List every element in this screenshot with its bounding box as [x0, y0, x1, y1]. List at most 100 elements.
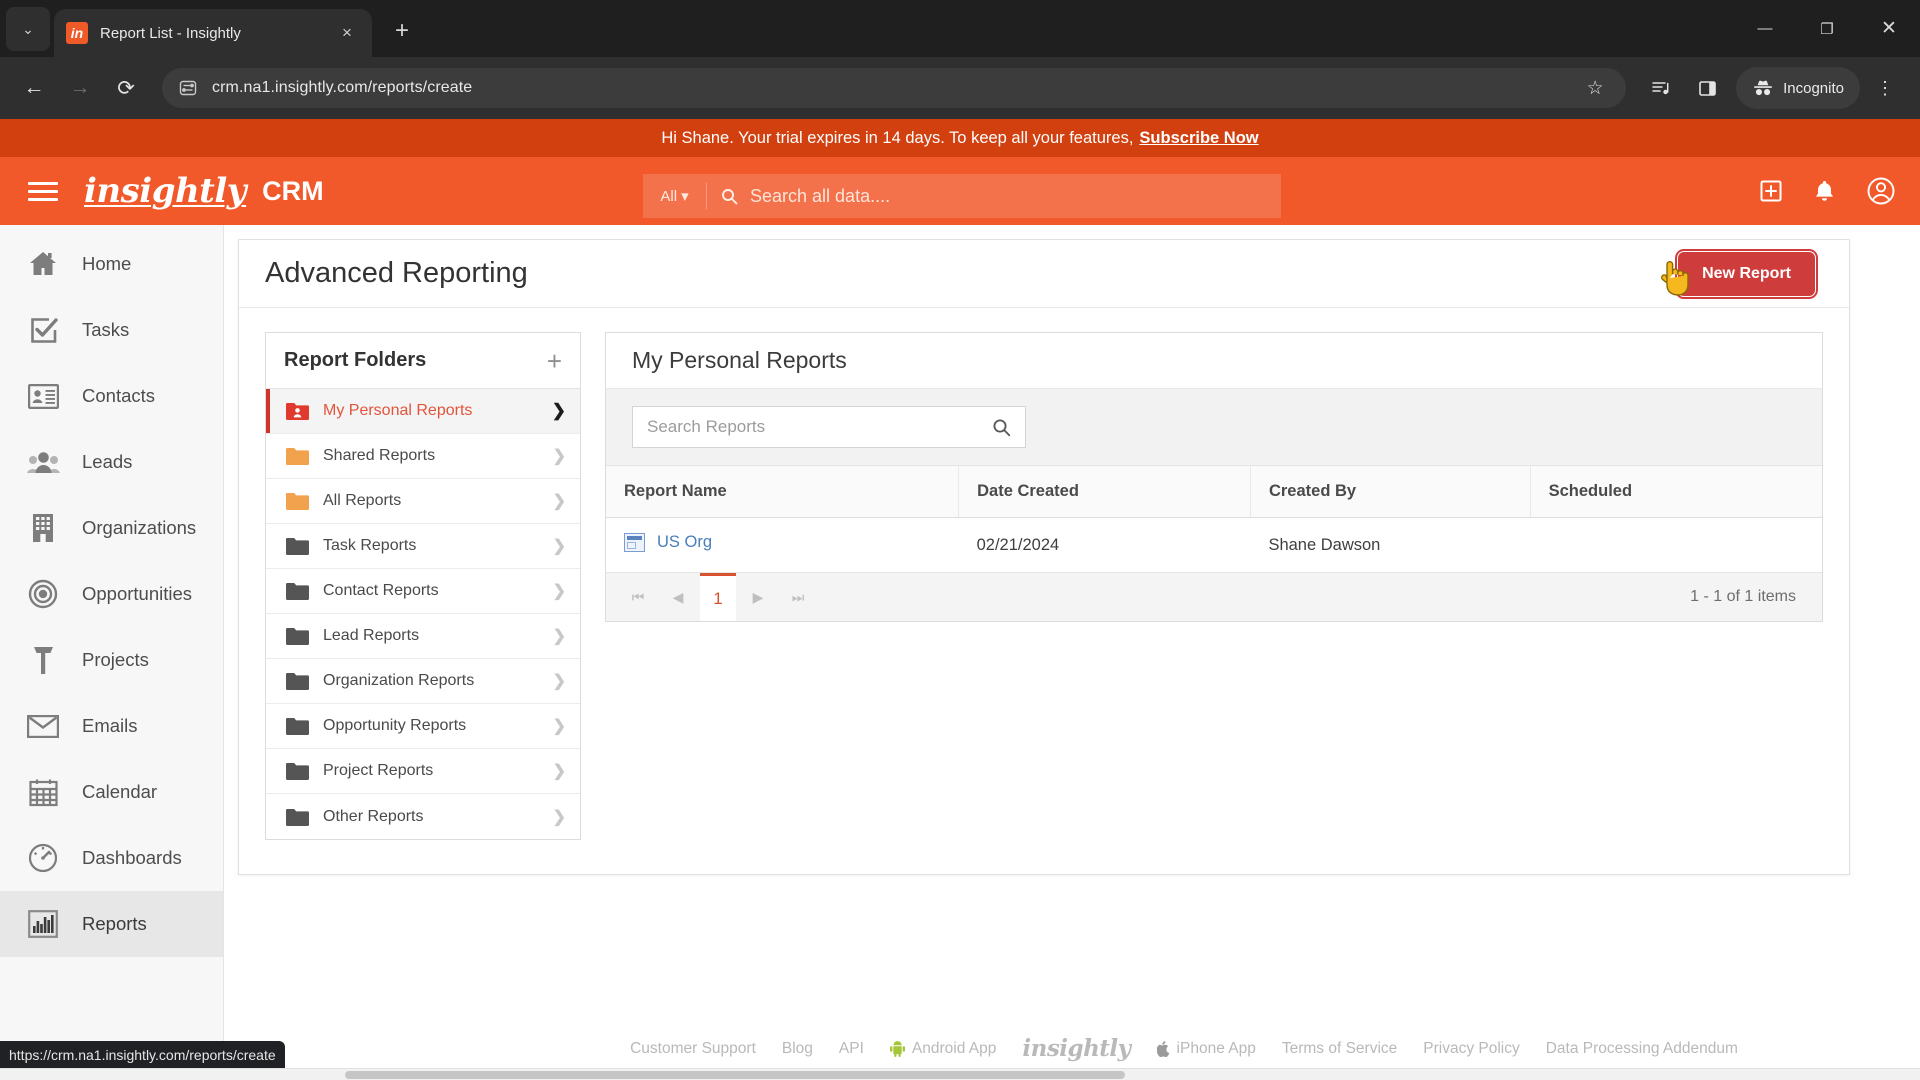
column-date-created[interactable]: Date Created: [958, 466, 1251, 518]
minimize-button[interactable]: —: [1734, 0, 1796, 57]
sidebar-item-emails[interactable]: Emails: [0, 693, 223, 759]
close-window-button[interactable]: ✕: [1858, 0, 1920, 57]
folder-row-organization-reports[interactable]: Organization Reports ❯: [266, 659, 580, 704]
reports-table: Report Name Date Created Created By Sche…: [606, 466, 1822, 573]
sidebar-item-leads[interactable]: Leads: [0, 429, 223, 495]
folder-label: Task Reports: [323, 537, 417, 554]
report-link-us-org[interactable]: US Org: [624, 533, 712, 552]
search-icon: [721, 188, 738, 205]
reading-list-icon[interactable]: [1640, 67, 1682, 109]
pager-next-button[interactable]: ▶: [740, 573, 776, 621]
projects-icon: [26, 643, 60, 677]
folder-row-opportunity-reports[interactable]: Opportunity Reports ❯: [266, 704, 580, 749]
side-panel-icon[interactable]: [1686, 67, 1728, 109]
folder-gray-icon: [286, 583, 309, 600]
tab-search-chevron-icon[interactable]: ⌄: [6, 7, 50, 51]
insightly-logo[interactable]: insightly: [84, 174, 247, 208]
folder-row-all-reports[interactable]: All Reports ❯: [266, 479, 580, 524]
column-created-by[interactable]: Created By: [1250, 466, 1531, 518]
home-icon: [26, 247, 60, 281]
sidebar-label: Tasks: [82, 319, 130, 340]
emails-icon: [26, 709, 60, 743]
pager-prev-button[interactable]: ◀: [660, 573, 696, 621]
browser-tab[interactable]: in Report List - Insightly ×: [54, 9, 372, 57]
address-bar[interactable]: crm.na1.insightly.com/reports/create ☆: [162, 68, 1627, 108]
pager-last-button[interactable]: ⏭: [780, 573, 816, 621]
sidebar-item-home[interactable]: Home: [0, 231, 223, 297]
footer-link-android-app[interactable]: Android App: [889, 1039, 997, 1058]
footer-link-data-processing-addendum[interactable]: Data Processing Addendum: [1546, 1040, 1738, 1058]
sidebar-item-tasks[interactable]: Tasks: [0, 297, 223, 363]
product-name: CRM: [262, 175, 324, 206]
new-tab-button[interactable]: +: [384, 13, 420, 49]
folder-row-task-reports[interactable]: Task Reports ❯: [266, 524, 580, 569]
footer-link-customer-support[interactable]: Customer Support: [630, 1040, 756, 1058]
maximize-button[interactable]: ❐: [1796, 0, 1858, 57]
sidebar-label: Emails: [82, 715, 138, 736]
folder-row-project-reports[interactable]: Project Reports ❯: [266, 749, 580, 794]
back-icon[interactable]: ←: [14, 68, 54, 108]
android-icon: [889, 1040, 905, 1057]
reporting-card: Advanced Reporting New Report Report Fol…: [238, 239, 1850, 875]
chevron-right-icon: ❯: [552, 718, 566, 735]
search-scope-selector[interactable]: All ▾: [643, 183, 707, 209]
reload-icon[interactable]: ⟳: [106, 68, 146, 108]
search-reports-input[interactable]: Search Reports: [632, 406, 1026, 448]
folder-label: Project Reports: [323, 762, 434, 779]
footer-link-iphone-app[interactable]: iPhone App: [1156, 1040, 1256, 1058]
folder-row-lead-reports[interactable]: Lead Reports ❯: [266, 614, 580, 659]
forward-icon[interactable]: →: [60, 68, 100, 108]
subscribe-now-link[interactable]: Subscribe Now: [1139, 129, 1258, 148]
footer-link-terms-of-service[interactable]: Terms of Service: [1282, 1040, 1397, 1058]
new-report-button[interactable]: New Report: [1661, 253, 1813, 296]
window-controls: — ❐ ✕: [1734, 0, 1920, 57]
table-row[interactable]: US Org 02/21/2024 Shane Dawson: [606, 517, 1822, 573]
chevron-right-icon: ❯: [552, 448, 566, 465]
column-report-name[interactable]: Report Name: [606, 466, 960, 518]
add-folder-icon[interactable]: +: [547, 348, 562, 374]
notifications-icon[interactable]: [1813, 179, 1836, 204]
footer-link-blog[interactable]: Blog: [782, 1040, 813, 1058]
bookmark-star-icon[interactable]: ☆: [1578, 71, 1612, 105]
menu-toggle-icon[interactable]: [28, 181, 58, 201]
sidebar-item-reports[interactable]: Reports: [0, 891, 223, 957]
report-folders-title: Report Folders: [284, 349, 427, 371]
account-icon[interactable]: [1866, 176, 1896, 206]
footer-link-privacy-policy[interactable]: Privacy Policy: [1423, 1040, 1519, 1058]
add-icon[interactable]: [1759, 179, 1783, 203]
incognito-indicator[interactable]: Incognito: [1736, 67, 1860, 109]
reports-panel-title: My Personal Reports: [632, 347, 847, 373]
table-pager: ⏮ ◀ 1 ▶ ⏭ 1 - 1 of 1 items: [606, 573, 1822, 621]
global-search-bar[interactable]: All ▾ Search all data....: [643, 174, 1281, 218]
chevron-right-icon: ❯: [552, 763, 566, 780]
footer-android-label: Android App: [911, 1039, 997, 1057]
folder-label: My Personal Reports: [323, 402, 473, 419]
folder-gray-icon: [286, 808, 309, 826]
folder-row-my-personal-reports[interactable]: My Personal Reports ❯: [266, 389, 580, 434]
search-icon[interactable]: [992, 418, 1011, 437]
sidebar-item-dashboards[interactable]: Dashboards: [0, 825, 223, 891]
trial-banner: Hi Shane. Your trial expires in 14 days.…: [0, 119, 1920, 157]
sidebar-item-calendar[interactable]: Calendar: [0, 759, 223, 825]
column-scheduled[interactable]: Scheduled: [1530, 466, 1822, 518]
mouse-cursor-pointer: [1661, 260, 1689, 296]
folder-row-other-reports[interactable]: Other Reports ❯: [266, 794, 580, 839]
folder-gray-icon: [286, 718, 309, 735]
browser-menu-icon[interactable]: ⋮: [1864, 67, 1906, 109]
scrollbar-thumb[interactable]: [345, 1071, 1125, 1079]
horizontal-scrollbar[interactable]: [0, 1068, 1920, 1080]
sidebar-item-contacts[interactable]: Contacts: [0, 363, 223, 429]
folder-label: Shared Reports: [323, 447, 436, 464]
sidebar-item-organizations[interactable]: Organizations: [0, 495, 223, 561]
pager-page-1[interactable]: 1: [700, 573, 736, 621]
chevron-right-icon: ❯: [551, 401, 566, 420]
site-settings-icon[interactable]: [176, 76, 200, 100]
folder-row-contact-reports[interactable]: Contact Reports ❯: [266, 569, 580, 614]
sidebar-item-opportunities[interactable]: Opportunities: [0, 561, 223, 627]
footer-link-api[interactable]: API: [839, 1040, 864, 1058]
folder-row-shared-reports[interactable]: Shared Reports ❯: [266, 434, 580, 479]
sidebar-item-projects[interactable]: Projects: [0, 627, 223, 693]
close-tab-icon[interactable]: ×: [334, 20, 360, 46]
app-header: insightly CRM All ▾ Search all data....: [0, 157, 1920, 225]
pager-first-button[interactable]: ⏮: [620, 573, 656, 621]
